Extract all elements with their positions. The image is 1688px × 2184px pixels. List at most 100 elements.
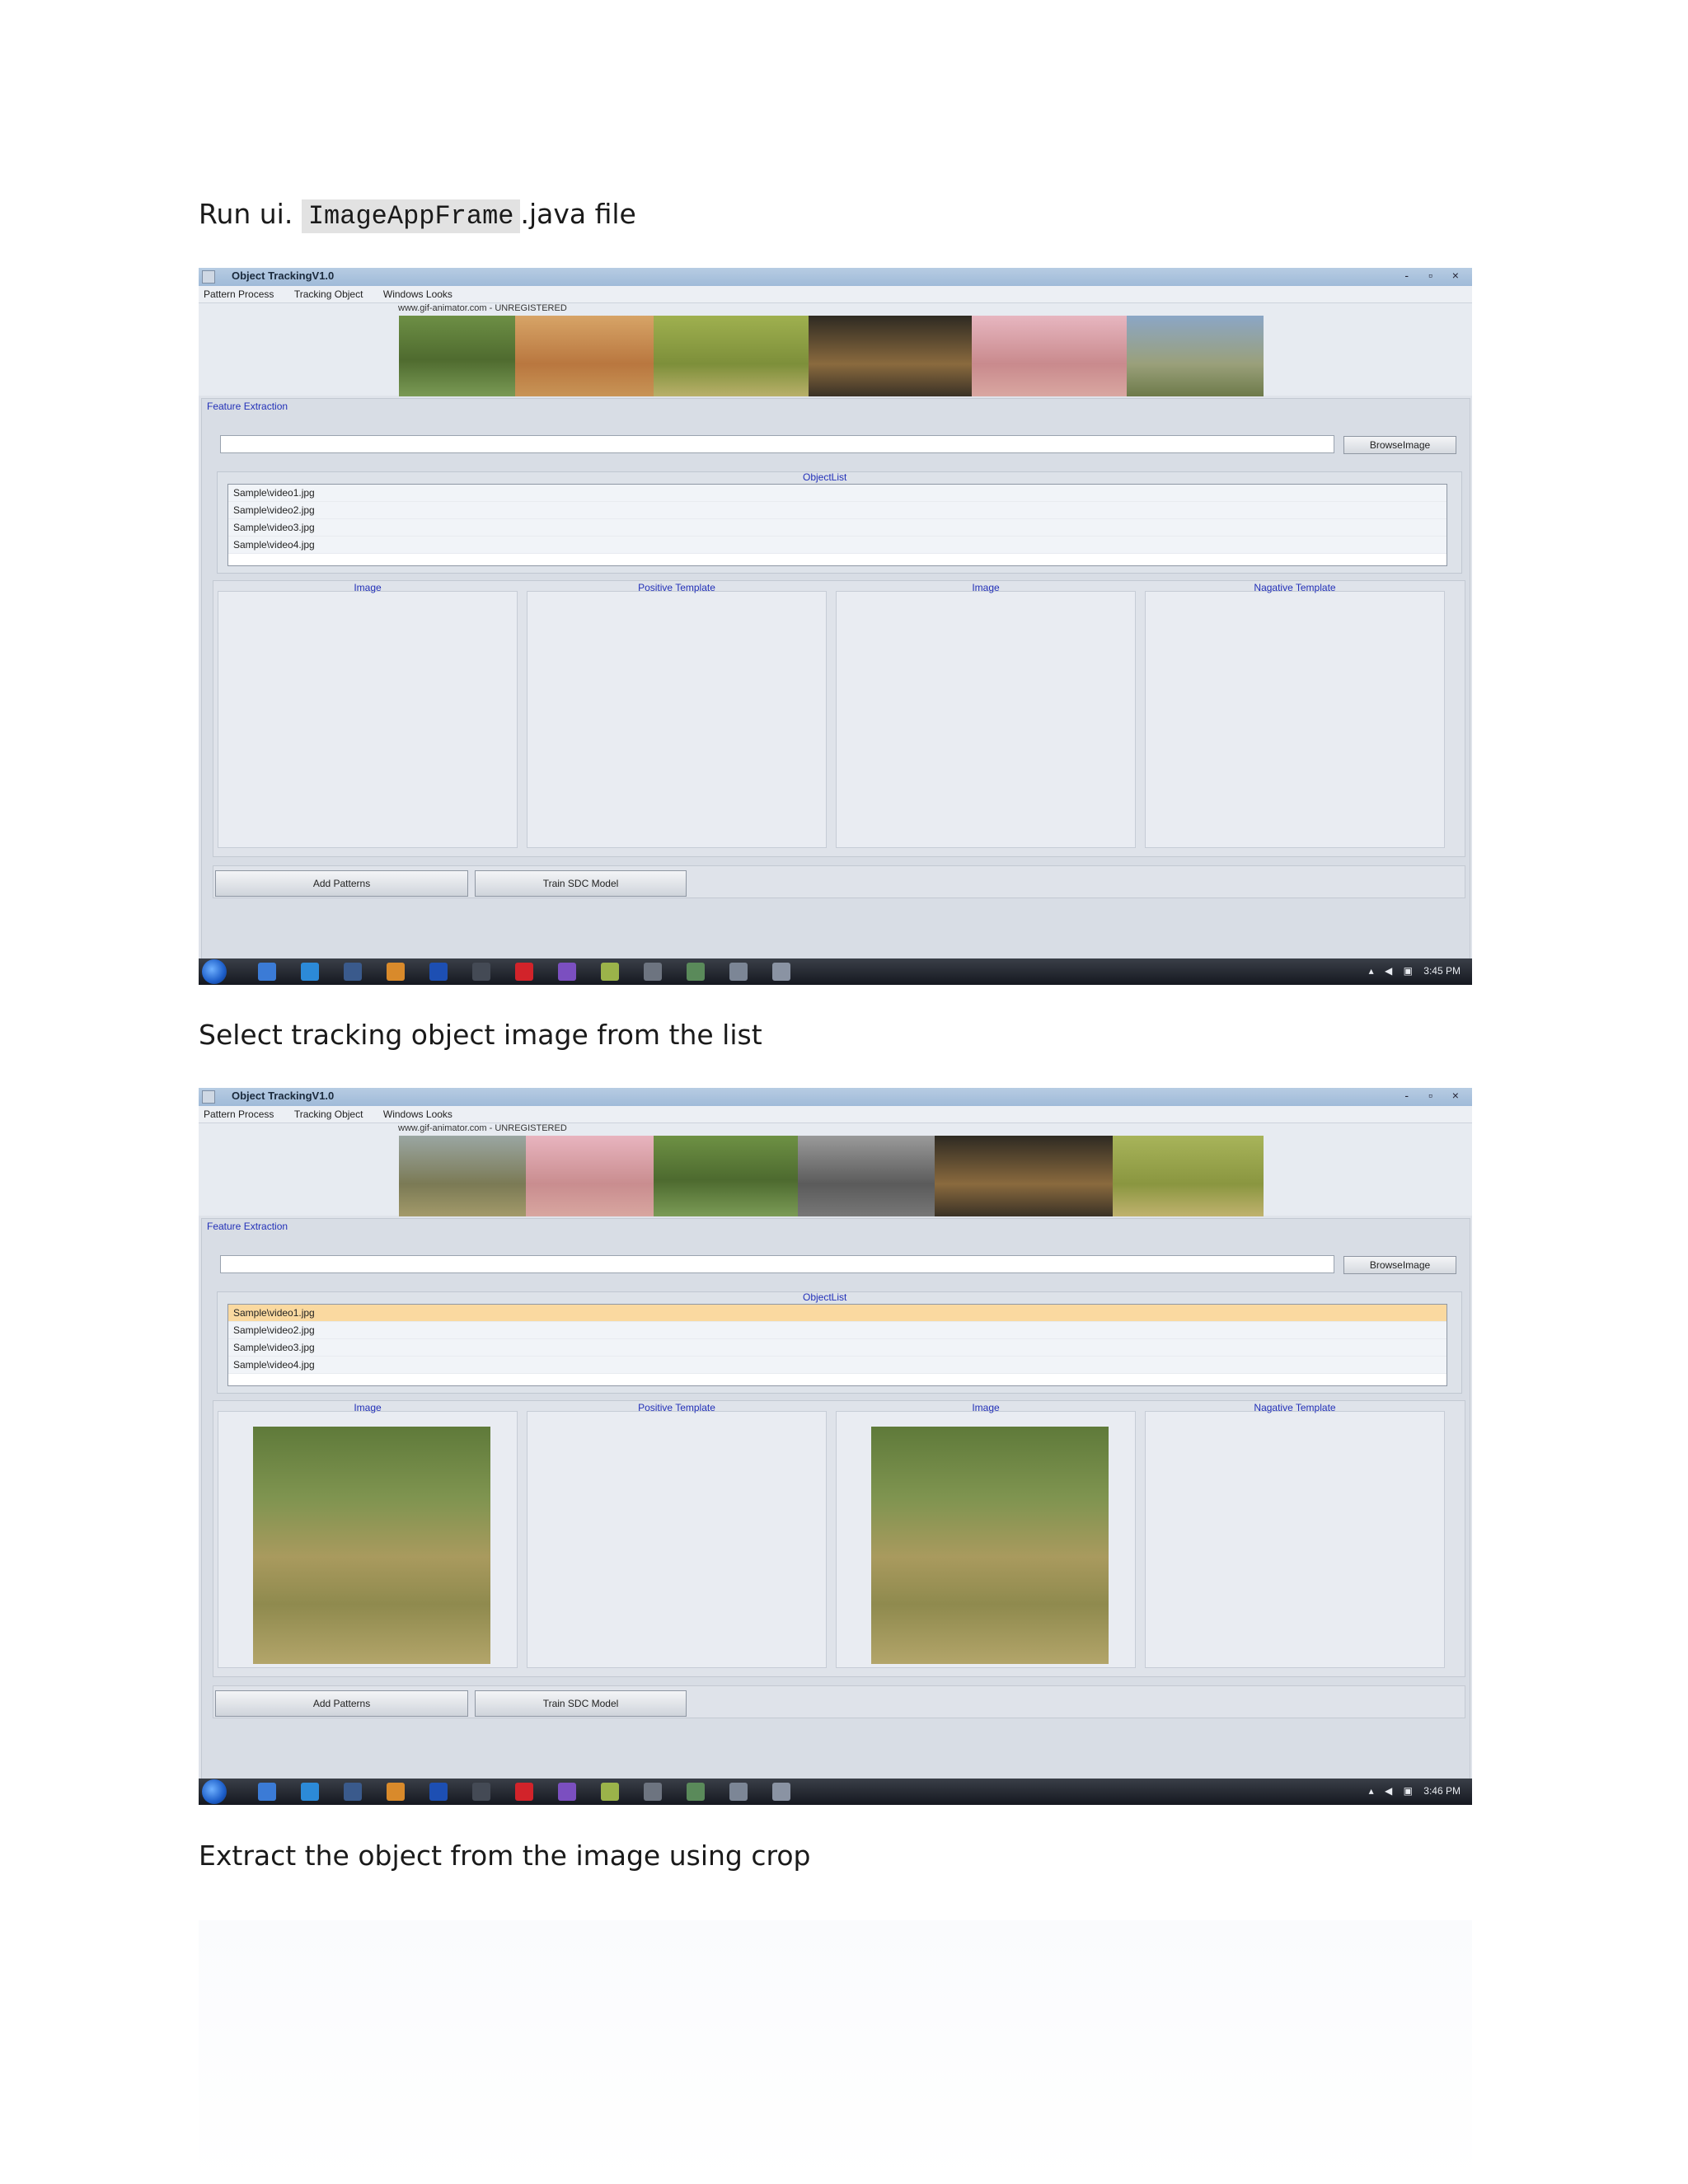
taskbar-app-icon[interactable]: [687, 1783, 705, 1801]
menu-tracking-object[interactable]: Tracking Object: [294, 288, 363, 300]
object-list-group: ObjectList Sample\video1.jpg Sample\vide…: [217, 471, 1462, 574]
clock[interactable]: 3:45 PM: [1423, 965, 1461, 977]
object-list[interactable]: Sample\video1.jpg Sample\video2.jpg Samp…: [227, 1304, 1447, 1386]
train-sdc-model-button[interactable]: Train SDC Model: [475, 1690, 687, 1717]
taskbar-app-icon[interactable]: [729, 963, 748, 981]
feature-extraction-panel: Feature Extraction BrowseImage ObjectLis…: [201, 1218, 1470, 1805]
viewer-image-2: Image: [836, 1402, 1136, 1668]
feature-extraction-label: Feature Extraction: [207, 1221, 288, 1232]
taskbar: ▴ ◀ ▣ 3:45 PM: [199, 958, 1472, 985]
banner-photo-cheetah-tree: [935, 1136, 1113, 1216]
taskbar-opera-icon[interactable]: [515, 963, 533, 981]
start-button-icon[interactable]: [202, 1779, 227, 1804]
taskbar-app-icon[interactable]: [429, 1783, 448, 1801]
window-controls[interactable]: - ▫ ×: [1404, 269, 1467, 282]
taskbar-app-icon[interactable]: [387, 963, 405, 981]
list-item-selected[interactable]: Sample\video1.jpg: [228, 1305, 1447, 1322]
tray-network-icon[interactable]: ▣: [1404, 1785, 1413, 1797]
taskbar-ie-icon[interactable]: [344, 1783, 362, 1801]
image-viewers: Image Positive Template Image Nagative T…: [213, 580, 1465, 857]
taskbar-app-icon[interactable]: [644, 963, 662, 981]
taskbar-app-icon[interactable]: [472, 963, 490, 981]
list-item[interactable]: Sample\video4.jpg: [228, 537, 1447, 554]
tray-volume-icon[interactable]: ◀: [1385, 1785, 1392, 1797]
taskbar: ▴ ◀ ▣ 3:46 PM: [199, 1779, 1472, 1805]
taskbar-opera-icon[interactable]: [515, 1783, 533, 1801]
taskbar-app-icon[interactable]: [301, 963, 319, 981]
taskbar-app-icon[interactable]: [472, 1783, 490, 1801]
list-item[interactable]: Sample\video2.jpg: [228, 502, 1447, 519]
taskbar-app-icon[interactable]: [258, 1783, 276, 1801]
banner-photo-cheetah-grass: [654, 316, 809, 396]
taskbar-app-icon[interactable]: [258, 963, 276, 981]
taskbar-folder-icon[interactable]: [601, 963, 619, 981]
taskbar-app-icon[interactable]: [558, 1783, 576, 1801]
object-list-label: ObjectList: [803, 471, 847, 483]
viewer-image-2: Image: [836, 582, 1136, 848]
viewer-label: Image: [354, 582, 382, 593]
menu-pattern-process[interactable]: Pattern Process: [204, 288, 274, 300]
step1-suffix: .java file: [520, 198, 636, 230]
train-sdc-model-button[interactable]: Train SDC Model: [475, 870, 687, 897]
taskbar-app-icon[interactable]: [301, 1783, 319, 1801]
browse-image-button[interactable]: BrowseImage: [1343, 1256, 1456, 1274]
list-item[interactable]: Sample\video1.jpg: [228, 485, 1447, 502]
button-bar: Add Patterns Train SDC Model: [213, 865, 1465, 898]
viewer-negative-template: Nagative Template: [1145, 1402, 1445, 1668]
banner-photo-cheetah-tree: [809, 316, 972, 396]
window-title: Object TrackingV1.0: [232, 269, 335, 282]
clock[interactable]: 3:46 PM: [1423, 1785, 1461, 1797]
object-list[interactable]: Sample\video1.jpg Sample\video2.jpg Samp…: [227, 484, 1447, 566]
menu-windows-looks[interactable]: Windows Looks: [383, 1108, 452, 1120]
faded-area: [199, 1920, 1472, 2184]
taskbar-folder-icon[interactable]: [601, 1783, 619, 1801]
taskbar-app-icon[interactable]: [687, 963, 705, 981]
image-path-input[interactable]: [220, 435, 1334, 453]
loaded-image: [253, 1427, 490, 1664]
tray-arrow-icon[interactable]: ▴: [1369, 965, 1374, 977]
banner-photo-elephant: [399, 316, 515, 396]
banner-photo-elephant-herd: [798, 1136, 935, 1216]
add-patterns-button[interactable]: Add Patterns: [215, 1690, 468, 1717]
taskbar-app-icon[interactable]: [644, 1783, 662, 1801]
list-item[interactable]: Sample\video3.jpg: [228, 519, 1447, 537]
taskbar-app-icon[interactable]: [729, 1783, 748, 1801]
taskbar-app-icon[interactable]: [772, 963, 790, 981]
banner-photo-lions: [515, 316, 654, 396]
viewer-label: Positive Template: [638, 1402, 715, 1413]
viewer-label: Positive Template: [638, 582, 715, 593]
taskbar-app-icon[interactable]: [387, 1783, 405, 1801]
viewer-negative-template: Nagative Template: [1145, 582, 1445, 848]
tray-volume-icon[interactable]: ◀: [1385, 965, 1392, 977]
start-button-icon[interactable]: [202, 959, 227, 984]
taskbar-app-icon[interactable]: [558, 963, 576, 981]
menu-windows-looks[interactable]: Windows Looks: [383, 288, 452, 300]
feature-extraction-label: Feature Extraction: [207, 401, 288, 412]
menu-bar: Pattern Process Tracking Object Windows …: [199, 1106, 1472, 1123]
list-item[interactable]: Sample\video4.jpg: [228, 1357, 1447, 1374]
tray-arrow-icon[interactable]: ▴: [1369, 1785, 1374, 1797]
banner-photo-gazelles: [972, 316, 1127, 396]
system-tray: ▴ ◀ ▣ 3:45 PM: [1361, 965, 1461, 977]
tray-network-icon[interactable]: ▣: [1404, 965, 1413, 977]
viewer-label: Nagative Template: [1254, 1402, 1336, 1413]
banner: www.gif-animator.com - UNREGISTERED: [199, 303, 1472, 396]
image-path-input[interactable]: [220, 1255, 1334, 1273]
menu-tracking-object[interactable]: Tracking Object: [294, 1108, 363, 1120]
add-patterns-button[interactable]: Add Patterns: [215, 870, 468, 897]
banner-credit: www.gif-animator.com - UNREGISTERED: [398, 303, 567, 313]
title-bar: Object TrackingV1.0 - ▫ ×: [199, 1088, 1472, 1106]
list-item[interactable]: Sample\video2.jpg: [228, 1322, 1447, 1339]
viewer-image: Image: [218, 1402, 518, 1668]
menu-pattern-process[interactable]: Pattern Process: [204, 1108, 274, 1120]
taskbar-app-icon[interactable]: [429, 963, 448, 981]
banner-photo-gazelles: [526, 1136, 654, 1216]
taskbar-ie-icon[interactable]: [344, 963, 362, 981]
window-controls[interactable]: - ▫ ×: [1404, 1089, 1467, 1102]
object-list-label: ObjectList: [803, 1291, 847, 1303]
list-item[interactable]: Sample\video3.jpg: [228, 1339, 1447, 1357]
banner-photo-cheetah-sky: [1127, 316, 1264, 396]
taskbar-app-icon[interactable]: [772, 1783, 790, 1801]
viewer-image: Image: [218, 582, 518, 848]
browse-image-button[interactable]: BrowseImage: [1343, 436, 1456, 454]
